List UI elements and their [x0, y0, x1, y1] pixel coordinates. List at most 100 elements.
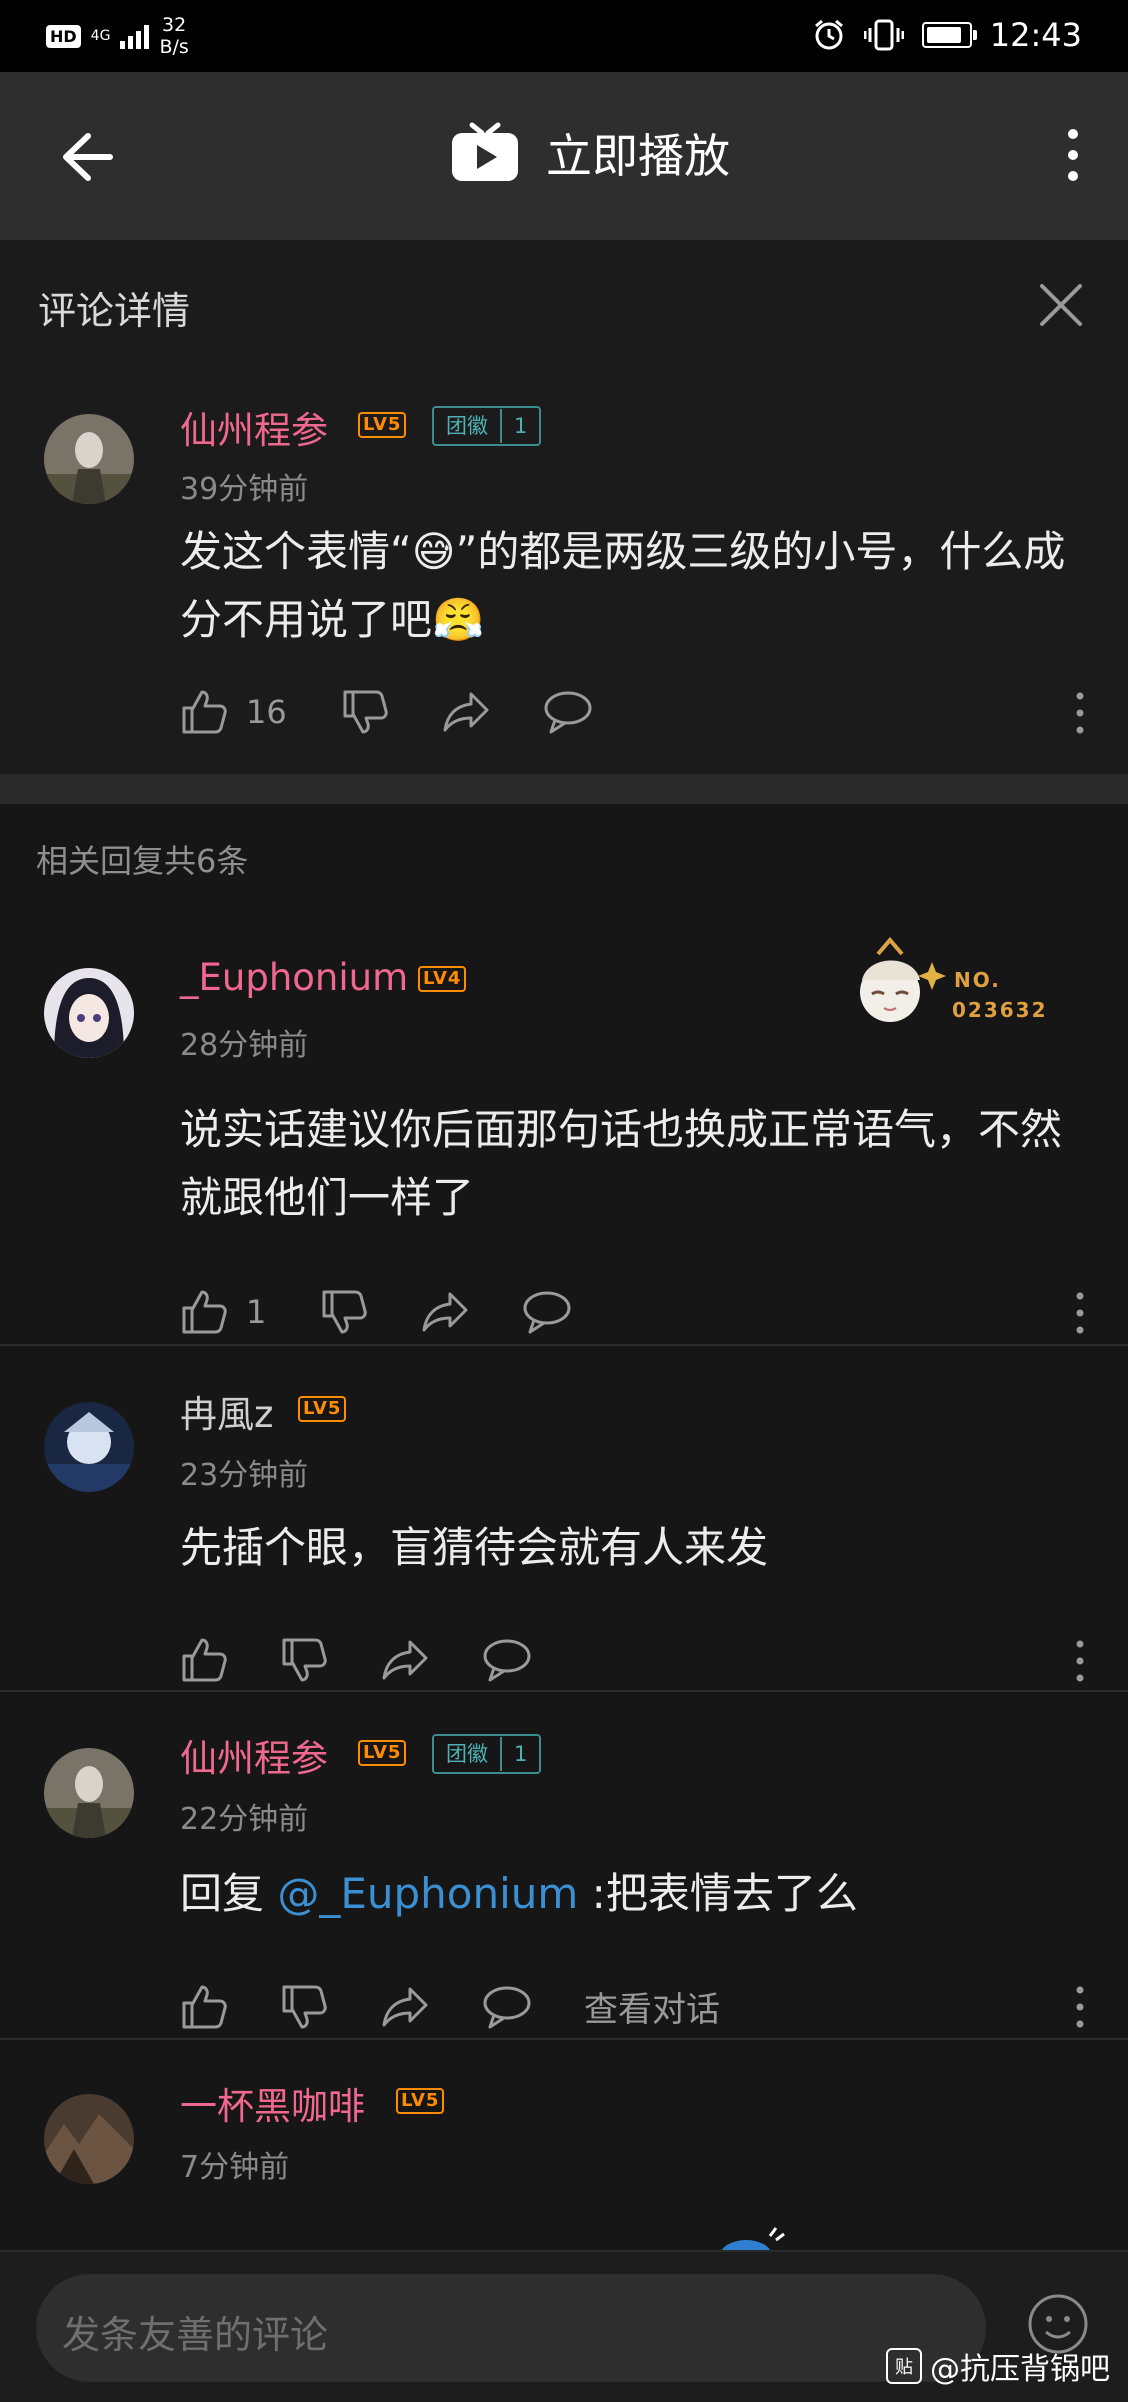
like-button[interactable]: 16	[180, 688, 287, 736]
main-comment: 仙州程参 LV5 团徽 1 39分钟前 发这个表情“😅”的都是两级三级的小号，什…	[0, 370, 1128, 774]
comment-actions: 查看对话	[180, 1982, 720, 2031]
dislike-button[interactable]	[280, 1983, 328, 2031]
comment-time: 22分钟前	[180, 1802, 309, 1837]
comment-input-placeholder: 发条友善的评论	[62, 2313, 329, 2357]
thumbs-down-icon	[322, 1290, 368, 1334]
level-badge: LV5	[358, 1740, 407, 1766]
thumbs-down-icon	[282, 1638, 327, 1682]
share-button[interactable]	[441, 688, 491, 736]
comment-bubble-icon	[483, 1639, 531, 1682]
comment-bubble-icon	[544, 691, 592, 734]
network-speed: 32 B/s	[159, 14, 189, 58]
watermark-text: @抗压背锅吧	[930, 2352, 1110, 2387]
share-button[interactable]	[380, 1983, 430, 2031]
comment-text: 发这个表情“😅”的都是两级三级的小号，什么成分不用说了吧😤	[180, 527, 1066, 644]
avatar[interactable]	[44, 968, 134, 1058]
clock: 12:43	[989, 16, 1082, 54]
group-badge[interactable]: 团徽 1	[432, 406, 542, 446]
username[interactable]: 仙州程参	[180, 1728, 328, 1782]
level-badge: LV5	[358, 412, 407, 438]
avatar[interactable]	[44, 2094, 134, 2184]
level-badge: LV5	[298, 1396, 347, 1422]
emoji: 😅	[411, 527, 456, 576]
more-options-icon[interactable]	[1070, 1636, 1090, 1686]
reply-comment: _Euphonium LV4 NO. 023632 28分钟前 说实话建议你后面…	[0, 920, 1128, 1344]
watermark: 贴 @抗压背锅吧	[886, 2344, 1110, 2388]
emoji-sticker-icon	[721, 2227, 785, 2250]
thumbs-up-icon	[182, 1985, 227, 2028]
avatar[interactable]	[44, 1402, 134, 1492]
back-arrow-icon[interactable]	[50, 122, 120, 192]
comment-input[interactable]: 发条友善的评论	[36, 2274, 986, 2382]
close-icon[interactable]	[1036, 280, 1086, 330]
signal-icon	[120, 23, 150, 49]
mention-link[interactable]: @_Euphonium	[277, 1869, 578, 1918]
comment-text: 先插个眼，盲猜待会就有人来发	[180, 1523, 769, 1572]
like-button[interactable]	[180, 1983, 228, 2031]
share-button[interactable]	[380, 1636, 430, 1684]
level-badge: LV5	[396, 2088, 445, 2114]
app-title-text: 立即播放	[546, 129, 730, 183]
comment-input-bar: 发条友善的评论 贴 @抗压背锅吧	[0, 2250, 1128, 2402]
comment-bubble-icon	[523, 1291, 571, 1334]
thumbs-up-icon	[182, 690, 227, 734]
emoji: 😤	[432, 595, 485, 644]
thumbs-up-icon	[182, 1638, 227, 1682]
reply-button[interactable]	[482, 1983, 532, 2031]
pendant-character-icon	[860, 936, 946, 1022]
level-badge: LV4	[418, 966, 467, 992]
comment-actions: 1	[180, 1288, 572, 1336]
pendant-label: NO.	[954, 968, 1001, 992]
view-conversation-link[interactable]: 查看对话	[584, 1982, 720, 2031]
app-bar: 立即播放	[0, 72, 1128, 240]
share-icon	[443, 692, 489, 732]
like-count: 16	[246, 693, 287, 731]
thumbs-down-icon	[282, 1985, 327, 2028]
like-button[interactable]	[180, 1636, 228, 1684]
share-button[interactable]	[420, 1288, 470, 1336]
avatar[interactable]	[44, 1748, 134, 1838]
comment-time: 23分钟前	[180, 1458, 309, 1493]
reply-button[interactable]	[522, 1288, 572, 1336]
network-type: 4G	[90, 28, 111, 44]
reply-comment: 冉風z LV5 23分钟前 先插个眼，盲猜待会就有人来发	[0, 1346, 1128, 1690]
username[interactable]: 冉風z	[180, 1384, 273, 1438]
more-vertical-icon[interactable]	[1048, 120, 1098, 190]
tv-play-icon	[452, 122, 518, 181]
username[interactable]: 一杯黑咖啡	[180, 2076, 365, 2130]
username[interactable]: 仙州程参	[180, 400, 328, 454]
thumbs-down-icon	[343, 690, 388, 734]
dislike-button[interactable]	[280, 1636, 328, 1684]
app-title: 立即播放	[450, 120, 730, 186]
thumbs-up-icon	[182, 1290, 227, 1334]
comment-text: 回复 @_Euphonium :把表情去了么	[180, 1869, 858, 1918]
alarm-icon	[814, 19, 843, 50]
comment-time: 28分钟前	[180, 1028, 309, 1063]
tieba-icon: 贴	[886, 2348, 922, 2384]
more-options-icon[interactable]	[1070, 1982, 1090, 2032]
section-separator	[0, 774, 1128, 804]
dislike-button[interactable]	[320, 1288, 368, 1336]
reply-comment: 一杯黑咖啡 LV5 7分钟前	[0, 2040, 1128, 2250]
more-options-icon[interactable]	[1070, 1288, 1090, 1338]
comment-time: 7分钟前	[180, 2150, 290, 2185]
sheet-title: 评论详情	[38, 289, 191, 333]
pendant-number: 023632	[952, 998, 1048, 1022]
hd-icon: HD	[46, 24, 81, 48]
comment-time: 39分钟前	[180, 472, 309, 507]
fan-pendant[interactable]: NO. 023632	[838, 932, 1058, 1042]
reply-comment: 仙州程参 LV5 团徽 1 22分钟前 回复 @_Euphonium :把表情去…	[0, 1692, 1128, 2038]
reply-button[interactable]	[482, 1636, 532, 1684]
group-badge[interactable]: 团徽 1	[432, 1734, 542, 1774]
like-button[interactable]: 1	[180, 1288, 266, 1336]
replies-header: 相关回复共6条	[36, 842, 249, 880]
comment-detail-header: 评论详情	[0, 240, 1128, 370]
comment-text: 说实话建议你后面那句话也换成正常语气，不然就跟他们一样了	[180, 1105, 1063, 1222]
share-icon	[382, 1987, 428, 2026]
more-options-icon[interactable]	[1070, 688, 1090, 738]
comment-actions	[180, 1636, 532, 1684]
dislike-button[interactable]	[341, 688, 389, 736]
username[interactable]: _Euphonium	[180, 956, 408, 999]
avatar[interactable]	[44, 414, 134, 504]
reply-button[interactable]	[543, 688, 593, 736]
